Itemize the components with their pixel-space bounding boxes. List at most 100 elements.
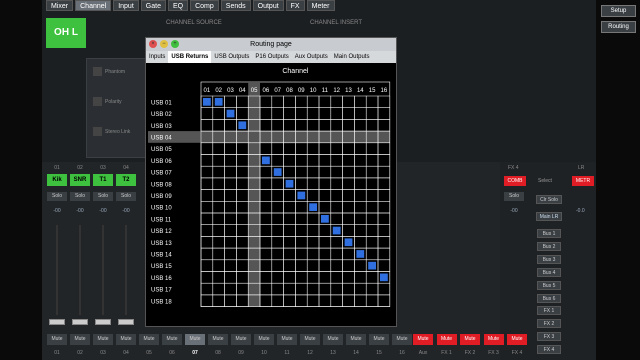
setup-button[interactable]: Setup [601, 5, 636, 17]
route-marker[interactable] [321, 215, 329, 223]
bus-button[interactable]: Bus 1 [537, 229, 561, 238]
bus-button[interactable]: Bus 5 [537, 281, 561, 290]
bus-button[interactable]: FX 2 [537, 319, 561, 328]
minimize-icon[interactable]: − [160, 40, 168, 48]
route-marker[interactable] [380, 273, 388, 282]
route-marker[interactable] [226, 109, 235, 118]
bus-button[interactable]: FX 4 [537, 345, 561, 354]
routing-button[interactable]: Routing [601, 21, 636, 33]
route-marker[interactable] [356, 250, 365, 258]
column-label: 08 [286, 88, 293, 94]
solo-button[interactable]: Solo [93, 192, 113, 201]
solo-button[interactable]: Solo [504, 192, 524, 201]
nav-tab-input[interactable]: Input [113, 0, 139, 11]
channel-label-button[interactable]: T1 [93, 174, 113, 186]
mute-button[interactable]: Mute [47, 334, 67, 345]
bus-button[interactable]: Bus 2 [537, 242, 561, 251]
fader-knob[interactable] [72, 319, 88, 325]
mute-button[interactable]: Mute [254, 334, 274, 345]
routing-tab-usb-outputs[interactable]: USB Outputs [211, 51, 252, 63]
phantom-option[interactable]: Phantom [93, 67, 125, 76]
stereo-link-option[interactable]: Stereo Link [93, 127, 130, 136]
mute-button[interactable]: Mute [162, 334, 182, 345]
mute-button[interactable]: Mute [300, 334, 320, 345]
solo-button[interactable]: Solo [70, 192, 90, 201]
channel-number: 13 [330, 350, 336, 356]
mute-button[interactable]: Mute [460, 334, 480, 345]
nav-tab-meter[interactable]: Meter [306, 0, 335, 11]
nav-tab-output[interactable]: Output [252, 0, 284, 11]
route-marker[interactable] [309, 203, 317, 211]
route-marker[interactable] [214, 98, 223, 106]
mute-button[interactable]: Mute [93, 334, 113, 345]
route-marker[interactable] [203, 98, 211, 106]
bus-button[interactable]: Bus 6 [537, 294, 561, 303]
channel-fader[interactable] [116, 225, 136, 325]
mute-button[interactable]: Mute [323, 334, 343, 345]
meter-button[interactable]: METR [572, 176, 594, 186]
routing-tab-usb-returns[interactable]: USB Returns [168, 51, 212, 63]
channel-fader[interactable] [47, 225, 67, 325]
nav-tab-comp[interactable]: Comp [190, 0, 219, 11]
nav-tab-channel[interactable]: Channel [75, 0, 112, 11]
comb-button[interactable]: COMB [504, 176, 526, 186]
solo-button[interactable]: Solo [47, 192, 67, 201]
nav-tab-eq[interactable]: EQ [167, 0, 189, 11]
mute-button[interactable]: Mute [436, 334, 457, 345]
fader-knob[interactable] [95, 319, 111, 325]
channel-fader[interactable] [70, 225, 90, 325]
close-icon[interactable]: × [149, 40, 157, 48]
channel-label-button[interactable]: Kik [47, 174, 67, 186]
nav-tab-gate[interactable]: Gate [140, 0, 166, 11]
maximize-icon[interactable]: + [171, 40, 179, 48]
route-marker[interactable] [344, 238, 353, 247]
polarity-option[interactable]: Polarity [93, 97, 122, 106]
channel-label-button[interactable]: SNR [70, 174, 90, 186]
fader-knob[interactable] [49, 319, 65, 325]
row-label: USB 16 [151, 276, 172, 282]
mute-button[interactable]: Mute [413, 334, 433, 345]
clear-solo-button[interactable]: Clr Solo [536, 195, 562, 204]
mute-button[interactable]: Mute [277, 334, 297, 345]
route-marker[interactable] [285, 179, 294, 188]
fader-knob[interactable] [118, 319, 134, 325]
route-marker[interactable] [262, 156, 270, 165]
routing-tab-inputs[interactable]: Inputs [146, 51, 168, 63]
nav-tab-mixer[interactable]: Mixer [46, 0, 74, 11]
mute-button[interactable]: Mute [369, 334, 389, 345]
mute-button[interactable]: Mute [208, 334, 228, 345]
nav-tab-sends[interactable]: Sends [220, 0, 251, 11]
mute-button[interactable]: Mute [185, 334, 205, 345]
mute-button[interactable]: Mute [116, 334, 136, 345]
row-label: USB 06 [151, 159, 172, 165]
mute-button[interactable]: Mute [231, 334, 251, 345]
mute-button[interactable]: Mute [483, 334, 504, 345]
main-lr-button[interactable]: Main LR [536, 212, 562, 221]
mute-button[interactable]: Mute [346, 334, 366, 345]
route-marker[interactable] [273, 168, 282, 176]
bus-button[interactable]: FX 3 [537, 332, 561, 341]
row-label: USB 12 [151, 229, 172, 235]
nav-tab-fx[interactable]: FX [285, 0, 305, 11]
mute-button[interactable]: Mute [70, 334, 90, 345]
routing-tab-aux-outputs[interactable]: Aux Outputs [292, 51, 331, 63]
bus-button[interactable]: FX 1 [537, 306, 561, 315]
channel-fader[interactable] [93, 225, 113, 325]
bus-button[interactable]: Bus 3 [537, 255, 561, 264]
bus-button[interactable]: Bus 4 [537, 268, 561, 277]
column-label: 04 [239, 88, 246, 94]
routing-tab-p16-outputs[interactable]: P16 Outputs [252, 51, 291, 63]
route-marker[interactable] [297, 191, 306, 200]
mute-button[interactable]: Mute [139, 334, 159, 345]
route-marker[interactable] [332, 226, 341, 235]
channel-label-button[interactable]: T2 [116, 174, 136, 186]
column-label: 01 [204, 88, 211, 94]
channel-name-badge[interactable]: OH L [46, 18, 86, 48]
route-marker[interactable] [368, 261, 376, 270]
solo-button[interactable]: Solo [116, 192, 136, 201]
mute-button[interactable]: Mute [507, 334, 527, 345]
mixer-app: Mixer Channel Input Gate EQ Comp Sends Output FX… [0, 0, 640, 360]
mute-button[interactable]: Mute [392, 334, 412, 345]
routing-tab-main-outputs[interactable]: Main Outputs [331, 51, 373, 63]
route-marker[interactable] [238, 121, 247, 130]
